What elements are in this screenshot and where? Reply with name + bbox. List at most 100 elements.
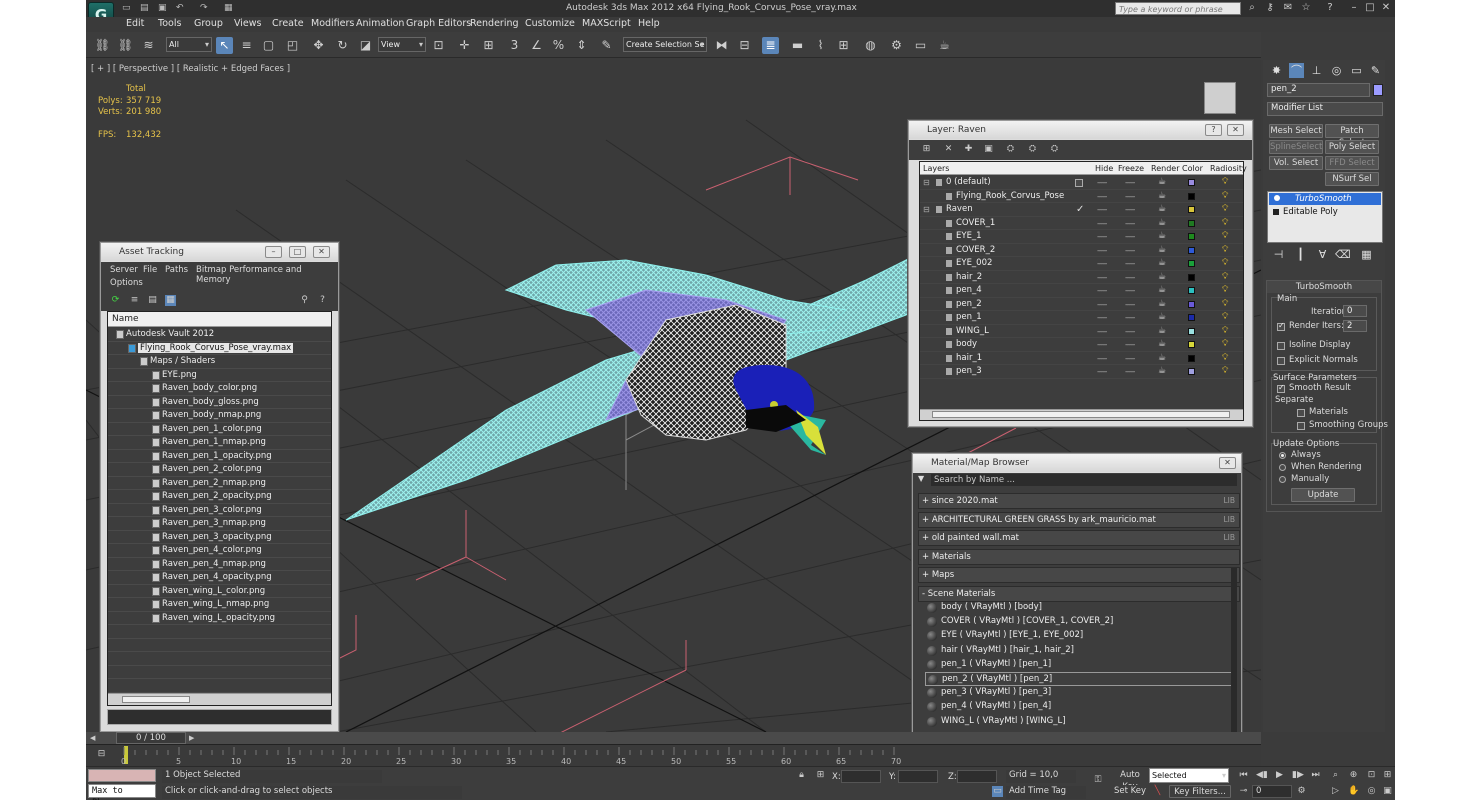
next-frame-icon[interactable]: ▮▶ [1292, 770, 1304, 781]
stack-item-turbosmooth[interactable]: TurboSmooth [1269, 193, 1381, 205]
menu-help[interactable]: Help [638, 18, 660, 29]
active-layer-check-icon[interactable]: ✓ [1076, 203, 1084, 216]
refresh-icon[interactable]: ⟳ [110, 295, 121, 306]
track-bar[interactable]: ⊟ 0 5 10 15 20 25 30 35 40 45 50 55 60 65 70 [86, 744, 1261, 766]
named-selection-dropdown[interactable]: Create Selection Se [623, 37, 707, 52]
update-button[interactable]: Update [1291, 488, 1355, 502]
key-mode-icon[interactable]: ⊸ [1238, 786, 1249, 797]
render-teapot-icon[interactable]: ☕︎ [1158, 203, 1166, 216]
remove-modifier-icon[interactable]: ⌫ [1335, 247, 1351, 262]
radiosity-bulb-icon[interactable]: 💡︎ [1222, 286, 1231, 295]
asset-item[interactable]: EYE.png [108, 369, 331, 382]
ref-coord-dropdown[interactable]: View [378, 37, 426, 52]
asset-vault-node[interactable]: Autodesk Vault 2012 [108, 328, 331, 342]
motion-tab-icon[interactable]: ◎ [1329, 63, 1344, 78]
absolute-mode-icon[interactable]: ⊞ [815, 770, 826, 781]
create-layer-icon[interactable]: ⊞ [921, 144, 932, 155]
scene-material-row[interactable]: body ( VRayMtl ) [body] [925, 601, 1237, 615]
project-folder-icon[interactable]: ▦ [224, 3, 234, 13]
close-icon[interactable]: ✕ [1380, 2, 1392, 14]
angle-snap-icon[interactable]: ∠ [528, 37, 545, 54]
help-icon[interactable]: ? [1324, 2, 1336, 14]
mat-library-row[interactable]: + since 2020.mat LIB [918, 493, 1240, 509]
asset-hscroll-thumb[interactable] [122, 696, 190, 703]
layer-col-radiosity[interactable]: Radiosity [1210, 162, 1247, 175]
asset-menu-bitmap[interactable]: Bitmap Performance and Memory [196, 265, 338, 285]
layer-color-swatch[interactable] [1188, 192, 1195, 200]
asset-path-field[interactable] [107, 709, 332, 725]
layer-row[interactable]: pen_3 ----- ----- ☕︎ 💡︎ [920, 365, 1243, 379]
render-teapot-icon[interactable]: ☕︎ [1158, 338, 1166, 351]
asset-file-node[interactable]: Flying_Rook_Corvus_Pose_vray.max [108, 342, 331, 355]
current-frame-field[interactable]: 0 [1252, 785, 1292, 798]
hide-toggle[interactable]: ----- [1097, 271, 1107, 284]
smooth-result-checkbox[interactable] [1277, 383, 1285, 393]
turbosmooth-rollout-title[interactable]: TurboSmooth [1267, 281, 1381, 293]
mirror-icon[interactable]: ⧓ [713, 37, 730, 54]
smoothing-groups-checkbox[interactable] [1297, 422, 1305, 430]
render-teapot-icon[interactable]: ☕︎ [1158, 271, 1166, 284]
layer-hscrollbar[interactable] [920, 409, 1243, 420]
asset-maximize-button[interactable]: □ [289, 246, 306, 258]
layer-color-swatch[interactable] [1188, 327, 1195, 335]
asset-item[interactable]: Raven_pen_4_color.png [108, 544, 331, 558]
asset-menu-file[interactable]: File [143, 265, 157, 275]
asset-item[interactable]: Raven_body_color.png [108, 382, 331, 396]
asset-menu-paths[interactable]: Paths [165, 265, 188, 275]
pivot-center-icon[interactable]: ⊡ [430, 37, 447, 54]
key-icon[interactable]: ⚷ [1264, 2, 1276, 14]
radiosity-bulb-icon[interactable]: 💡︎ [1222, 245, 1231, 255]
show-end-result-icon[interactable]: ┃ [1293, 247, 1308, 262]
hierarchy-tab-icon[interactable]: ⊥ [1309, 63, 1324, 78]
vault-connect-icon[interactable]: ⚲ [299, 295, 310, 306]
hide-toggle[interactable]: ----- [1097, 176, 1107, 189]
utilities-tab-icon[interactable]: ✎ [1368, 63, 1383, 78]
z-coord-field[interactable] [957, 770, 997, 783]
layer-color-swatch[interactable] [1188, 233, 1195, 240]
scene-material-row[interactable]: pen_3 ( VRayMtl ) [pen_3] [925, 686, 1237, 700]
layer-close-button[interactable]: ✕ [1227, 124, 1244, 136]
mat-close-button[interactable]: ✕ [1219, 457, 1236, 469]
auto-key-button[interactable]: Auto Key [1113, 769, 1147, 792]
maxscript-listener-pink[interactable] [88, 769, 156, 782]
add-to-layer-icon[interactable]: ✚ [963, 144, 974, 155]
hide-toggle[interactable]: ----- [1097, 365, 1107, 378]
asset-help-icon[interactable]: ? [317, 295, 328, 306]
layer-color-swatch[interactable] [1188, 354, 1195, 362]
rendered-frame-icon[interactable]: ▭ [912, 37, 929, 54]
render-iters-checkbox[interactable] [1277, 321, 1285, 331]
render-teapot-icon[interactable]: ☕︎ [1158, 217, 1166, 230]
add-time-tag[interactable]: Add Time Tag [1006, 786, 1086, 799]
fov-icon[interactable]: ▷ [1330, 786, 1341, 797]
light-bulb-icon[interactable] [1274, 195, 1280, 201]
make-unique-icon[interactable]: ∀ [1315, 247, 1330, 262]
patch-select-button[interactable]: Patch Select [1325, 124, 1379, 148]
always-radio[interactable] [1279, 452, 1286, 459]
maximize-icon[interactable]: □ [1364, 2, 1376, 14]
asset-item[interactable]: Raven_pen_1_color.png [108, 423, 331, 436]
options-arrow-icon[interactable]: ▼ [918, 474, 928, 484]
render-teapot-icon[interactable]: ☕︎ [1158, 325, 1166, 338]
asset-column-name[interactable]: Name [108, 312, 331, 327]
layer-row[interactable]: pen_2 ----- ----- ☕︎ 💡︎ [920, 298, 1243, 311]
search-input[interactable]: Type a keyword or phrase [1115, 2, 1241, 15]
layer-row[interactable]: ⊟ 0 (default) ----- ----- ☕︎ 💡︎ [920, 176, 1243, 190]
open-icon[interactable]: ▤ [140, 3, 150, 13]
freeze-toggle[interactable]: ----- [1125, 338, 1135, 351]
asset-close-button[interactable]: ✕ [313, 246, 330, 258]
prev-frame-icon[interactable]: ◀▮ [1256, 770, 1268, 781]
render-iters-spinner[interactable]: 2 [1343, 320, 1367, 332]
asset-item[interactable]: Raven_pen_3_nmap.png [108, 517, 331, 531]
radiosity-bulb-icon[interactable]: 💡︎ [1222, 353, 1231, 363]
layer-color-swatch[interactable] [1188, 273, 1195, 281]
layer-row[interactable]: ⊟ Raven ✓ ----- ----- ☕︎ 💡︎ [920, 203, 1243, 217]
scene-material-row[interactable]: EYE ( VRayMtl ) [EYE_1, EYE_002] [925, 629, 1237, 643]
play-icon[interactable]: ▶ [1274, 770, 1285, 781]
layer-color-swatch[interactable] [1188, 246, 1195, 254]
freeze-toggle[interactable]: ----- [1125, 190, 1135, 203]
curve-editor-icon[interactable]: ⌇ [812, 37, 829, 54]
nsurf-sel-button[interactable]: NSurf Sel [1325, 172, 1379, 186]
layer-col-layers[interactable]: Layers [923, 162, 949, 175]
asset-item[interactable]: Raven_wing_L_nmap.png [108, 598, 331, 612]
spline-select-button[interactable]: SplineSelect [1269, 140, 1323, 154]
